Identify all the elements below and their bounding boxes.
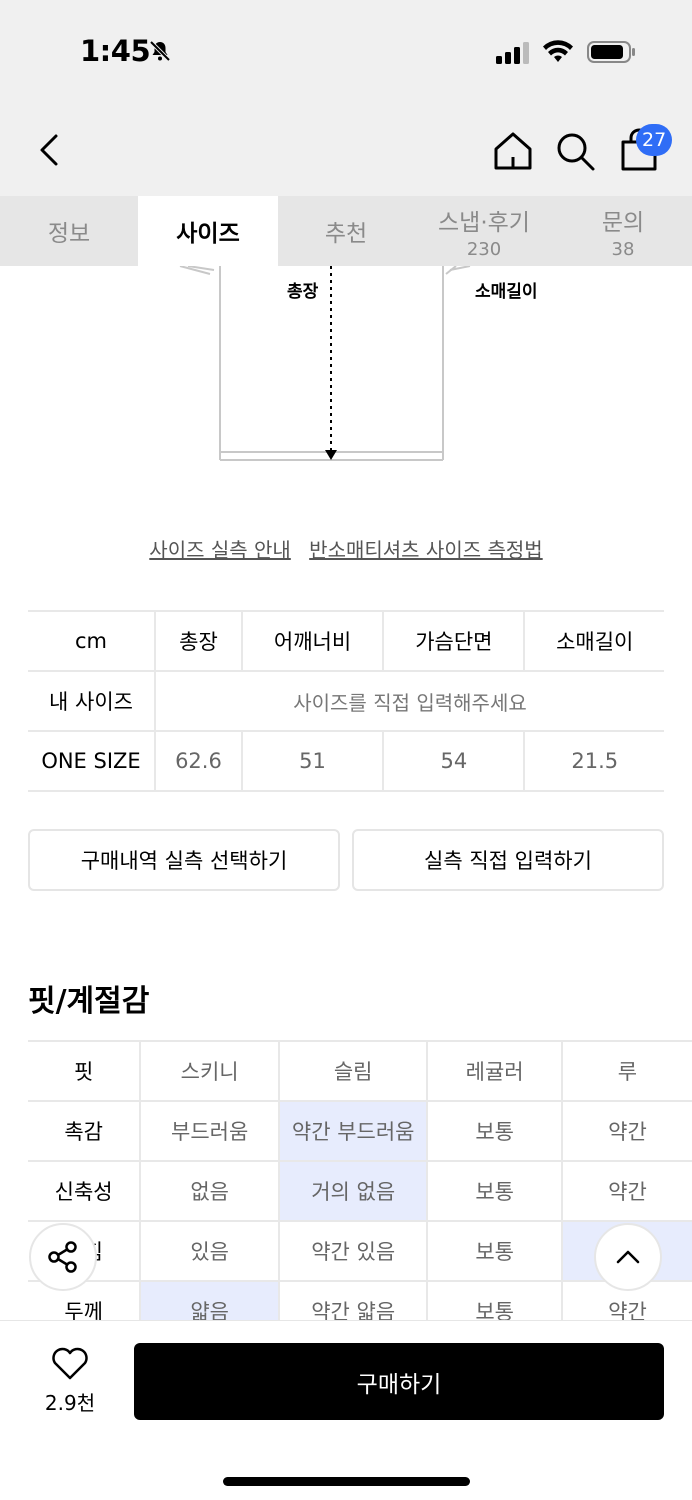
- product-tabs: 정보 사이즈 추천 스냅·후기 230 문의 38: [0, 196, 692, 266]
- measurement-method-link[interactable]: 반소매티셔츠 사이즈 측정법: [309, 538, 543, 562]
- my-size-label: 내 사이즈: [28, 670, 155, 732]
- tab-label: 스냅·후기: [438, 209, 530, 236]
- size-name: ONE SIZE: [28, 730, 155, 792]
- fit-option: 보통: [426, 1220, 562, 1282]
- search-icon[interactable]: [554, 130, 596, 172]
- fit-option: 슬림: [277, 1040, 428, 1102]
- table-header-row: cm 총장 어깨너비 가슴단면 소매길이: [28, 610, 664, 672]
- table-row: ONE SIZE 62.6 51 54 21.5: [28, 730, 664, 792]
- home-indicator: [223, 1477, 470, 1486]
- direct-input-size-button[interactable]: 실측 직접 입력하기: [352, 829, 664, 891]
- fit-section-title: 핏/계절감: [28, 984, 150, 1019]
- column-header: 가슴단면: [382, 610, 525, 672]
- tab-count: 230: [466, 238, 502, 260]
- fit-row-label: 핏: [28, 1040, 141, 1102]
- size-guide-link[interactable]: 사이즈 실측 안내: [149, 538, 291, 562]
- fit-row: 핏 스키니 슬림 레귤러 루: [28, 1040, 692, 1102]
- fit-option: 루: [560, 1040, 692, 1102]
- tab-inquiry[interactable]: 문의 38: [554, 196, 692, 266]
- status-time: 1:45: [80, 34, 151, 68]
- fit-option: 보통: [426, 1160, 562, 1222]
- tab-recommend[interactable]: 추천: [278, 196, 414, 266]
- buy-button[interactable]: 구매하기: [134, 1343, 664, 1420]
- fit-row: 신축성 없음 거의 없음 보통 약간: [28, 1160, 692, 1222]
- fit-option: 레귤러: [426, 1040, 562, 1102]
- fit-option: 약간: [560, 1100, 692, 1162]
- wifi-icon: [543, 40, 573, 62]
- size-value: 62.6: [154, 730, 242, 792]
- share-icon: [48, 1241, 77, 1273]
- back-arrow-icon[interactable]: [36, 130, 64, 170]
- my-size-row: 내 사이즈 사이즈를 직접 입력해주세요: [28, 670, 664, 732]
- bell-mute-icon: [149, 40, 171, 62]
- tshirt-outline-illustration: [179, 265, 471, 461]
- tab-label: 사이즈: [176, 221, 240, 247]
- size-table: cm 총장 어깨너비 가슴단면 소매길이 내 사이즈 사이즈를 직접 입력해주세…: [28, 610, 664, 792]
- size-value: 21.5: [523, 730, 664, 792]
- tab-info[interactable]: 정보: [0, 196, 138, 266]
- like-button[interactable]: 2.9천: [30, 1345, 110, 1416]
- fit-option: 약간 부드러움: [277, 1100, 428, 1162]
- fit-option: 보통: [426, 1100, 562, 1162]
- home-icon[interactable]: [492, 130, 534, 172]
- top-navigation: 27: [0, 100, 692, 196]
- share-button[interactable]: [29, 1223, 97, 1291]
- fit-option: 스키니: [139, 1040, 279, 1102]
- bottom-action-bar: 2.9천 구매하기: [0, 1320, 692, 1500]
- purchase-history-size-button[interactable]: 구매내역 실측 선택하기: [28, 829, 340, 891]
- scroll-to-top-button[interactable]: [594, 1223, 662, 1291]
- fit-row-label: 신축성: [28, 1160, 141, 1222]
- size-diagram: 총장 소매길이: [0, 265, 692, 476]
- status-bar: 1:45: [0, 0, 692, 100]
- battery-icon: [587, 41, 635, 63]
- tab-size[interactable]: 사이즈: [138, 196, 278, 266]
- unit-cell: cm: [28, 610, 155, 672]
- tab-label: 문의: [601, 209, 645, 236]
- chevron-up-icon: [616, 1250, 640, 1264]
- fit-option: 거의 없음: [277, 1160, 428, 1222]
- fit-option: 있음: [139, 1220, 279, 1282]
- fit-option: 부드러움: [139, 1100, 279, 1162]
- tab-label: 정보: [47, 221, 91, 247]
- heart-icon: [52, 1347, 88, 1380]
- column-header: 총장: [154, 610, 242, 672]
- size-action-buttons: 구매내역 실측 선택하기 실측 직접 입력하기: [28, 829, 664, 891]
- like-count: 2.9천: [44, 1391, 96, 1415]
- size-value: 54: [382, 730, 525, 792]
- column-header: 소매길이: [523, 610, 664, 672]
- tab-label: 추천: [324, 221, 368, 247]
- fit-season-table: 핏 스키니 슬림 레귤러 루 촉감 부드러움 약간 부드러움 보통 약간 신축성 없음 거의 없음 보통 약…: [28, 1040, 692, 1342]
- size-guide-links: 사이즈 실측 안내 반소매티셔츠 사이즈 측정법: [0, 534, 692, 563]
- fit-row: 촉감 부드러움 약간 부드러움 보통 약간: [28, 1100, 692, 1162]
- my-size-input-placeholder[interactable]: 사이즈를 직접 입력해주세요: [154, 670, 664, 732]
- column-header: 어깨너비: [240, 610, 384, 672]
- tab-count: 38: [611, 238, 635, 260]
- cellular-signal-icon: [496, 42, 529, 64]
- fit-option: 없음: [139, 1160, 279, 1222]
- fit-row: 비침있음약간 있음보통거의: [28, 1220, 692, 1282]
- fit-option: 약간: [560, 1160, 692, 1222]
- size-value: 51: [240, 730, 384, 792]
- sleeve-length-label: 소매길이: [475, 282, 538, 302]
- fit-option: 약간 있음: [277, 1220, 428, 1282]
- fit-row-label: 촉감: [28, 1100, 141, 1162]
- cart-count-badge: 27: [636, 124, 673, 156]
- length-label: 총장: [287, 282, 319, 302]
- tab-snap-review[interactable]: 스냅·후기 230: [414, 196, 554, 266]
